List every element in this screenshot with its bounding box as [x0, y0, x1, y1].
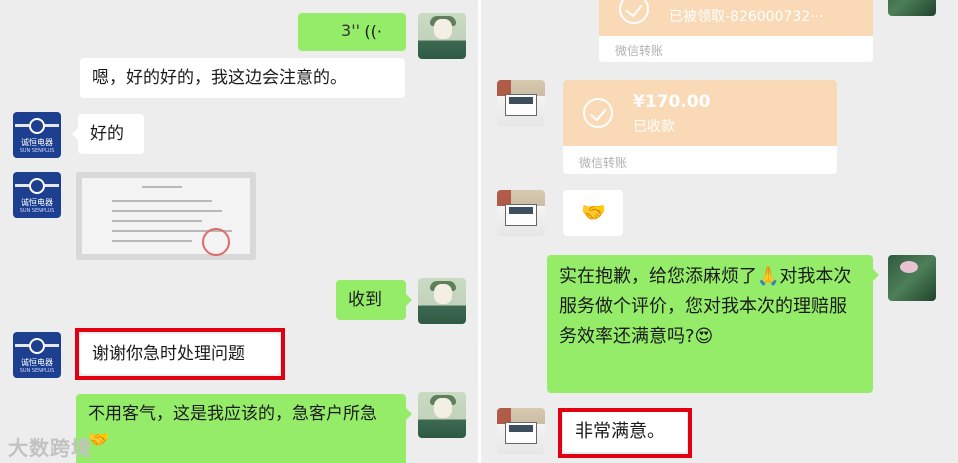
message-text: 收到 — [348, 290, 382, 310]
voice-wave-icon: ((· — [364, 22, 382, 41]
contact-avatar[interactable] — [497, 80, 545, 126]
check-circle-icon — [583, 98, 613, 128]
emoji-message-bubble: 🤝 — [563, 190, 623, 236]
avatar-brand-subtext: SUN SENPLUS — [19, 368, 55, 374]
transfer-footer: 微信转账 — [579, 156, 628, 170]
message-text: 不用客气，这是我应该的，急客户所急🤝 — [88, 404, 377, 450]
message-bubble-mine: 收到 — [336, 280, 412, 320]
message-bubble-theirs: 好的 — [72, 114, 144, 154]
avatar-brand-subtext: SUN SENPLUS — [19, 148, 55, 154]
voice-duration: 3'' — [341, 21, 360, 40]
watermark-text: 大数跨境 — [8, 436, 92, 460]
transfer-status: 已收款 — [633, 119, 675, 135]
message-text: 好的 — [90, 124, 124, 144]
contact-avatar[interactable] — [497, 190, 545, 236]
contact-avatar[interactable]: 诚恒电器 SUN SENPLUS — [13, 112, 61, 158]
transfer-footer: 微信转账 — [615, 44, 664, 58]
my-avatar[interactable] — [418, 278, 466, 324]
my-avatar[interactable] — [888, 255, 936, 301]
document-image-message[interactable] — [76, 172, 256, 260]
handshake-icon: 🤝 — [581, 200, 606, 224]
message-bubble-mine: 嗯，好的好的，我这边会注意的。 — [80, 58, 405, 98]
transfer-status: 已被领取-826000732··· — [669, 9, 824, 25]
right-chat-panel: 已被领取-826000732··· 微信转账 ¥170.00 已收款 微信转账 … — [481, 0, 958, 463]
avatar-brand-text: 诚恒电器 — [21, 138, 53, 147]
my-avatar[interactable] — [888, 0, 936, 16]
message-text: 嗯，好的好的，我这边会注意的。 — [92, 68, 347, 88]
transfer-amount: ¥170.00 — [633, 92, 711, 112]
voice-message-bubble[interactable]: 3'' ((· — [298, 13, 406, 51]
contact-avatar[interactable] — [497, 408, 545, 454]
message-bubble-mine: 实在抱歉，给您添麻烦了🙏对我本次服务做个评价，您对我本次的理赔服务效率还满意吗?… — [547, 255, 879, 393]
left-chat-panel: 3'' ((· 嗯，好的好的，我这边会注意的。 诚恒电器 SUN SENPLUS… — [0, 0, 478, 463]
avatar-brand-text: 诚恒电器 — [21, 358, 53, 367]
my-avatar[interactable] — [418, 13, 466, 59]
avatar-brand-text: 诚恒电器 — [21, 198, 53, 207]
wechat-transfer-card[interactable]: 已被领取-826000732··· 微信转账 — [599, 0, 873, 62]
highlight-box — [558, 408, 692, 458]
contact-avatar[interactable]: 诚恒电器 SUN SENPLUS — [13, 172, 61, 218]
wechat-transfer-card[interactable]: ¥170.00 已收款 微信转账 — [563, 80, 837, 174]
highlight-box — [75, 328, 285, 380]
check-circle-icon — [619, 0, 649, 24]
message-bubble-mine: 不用客气，这是我应该的，急客户所急🤝 — [76, 394, 412, 463]
my-avatar[interactable] — [418, 392, 466, 438]
message-text: 实在抱歉，给您添麻烦了🙏对我本次服务做个评价，您对我本次的理赔服务效率还满意吗?… — [559, 266, 852, 347]
avatar-brand-subtext: SUN SENPLUS — [19, 208, 55, 214]
contact-avatar[interactable]: 诚恒电器 SUN SENPLUS — [13, 332, 61, 378]
